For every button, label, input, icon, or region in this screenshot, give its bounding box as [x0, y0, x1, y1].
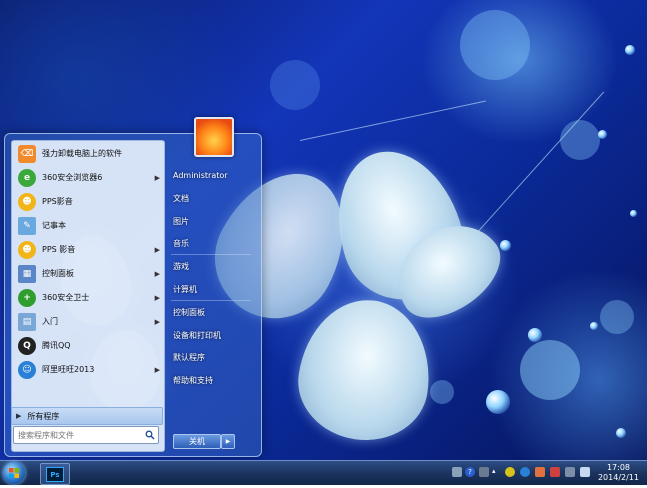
program-item-pps[interactable]: ☻ PPS影音	[14, 190, 164, 213]
start-menu-places-pane: Administrator 文档 图片 音乐 游戏 计算机 控制面板 设备和打印…	[165, 117, 257, 450]
program-label: 阿里旺旺2013	[42, 365, 95, 374]
shutdown-options-button[interactable]: ▶	[221, 434, 235, 449]
browser-360-icon: e	[18, 168, 36, 187]
user-avatar[interactable]	[194, 117, 234, 157]
program-item-control-panel[interactable]: ▦ 控制面板 ▶	[14, 262, 164, 285]
qq-icon: Q	[18, 336, 36, 355]
control-panel-link[interactable]: 控制面板	[173, 307, 205, 318]
help-support-link[interactable]: 帮助和支持	[173, 375, 213, 386]
volume-icon[interactable]	[580, 467, 590, 477]
getting-started-icon: ▤	[18, 312, 36, 331]
search-box[interactable]	[13, 426, 159, 444]
program-item-aliwangwang[interactable]: ☺ 阿里旺旺2013 ▶	[14, 358, 164, 381]
all-programs-label: 所有程序	[27, 411, 60, 421]
program-item-notepad[interactable]: ✎ 记事本	[14, 214, 164, 237]
clock-time: 17:08	[606, 463, 631, 472]
aliwangwang-tray-icon[interactable]	[535, 467, 545, 477]
program-label: 记事本	[42, 221, 66, 230]
pictures-link[interactable]: 图片	[173, 216, 189, 227]
start-menu-programs-pane: ⌫ 强力卸载电脑上的软件 e 360安全浏览器6 ▶ ☻ PPS影音 ✎ 记事本…	[11, 140, 165, 452]
program-label: 强力卸载电脑上的软件	[42, 149, 122, 158]
clock-date: 2014/2/11	[597, 473, 639, 482]
notepad-icon: ✎	[18, 216, 36, 235]
play-arrow-icon: ▶	[16, 412, 22, 420]
taskbar-photoshop-button[interactable]: Ps	[40, 463, 70, 485]
security-icon[interactable]	[550, 467, 560, 477]
settings-icon[interactable]	[479, 467, 489, 477]
flag-icon[interactable]	[565, 467, 575, 477]
all-programs-button[interactable]: ▶ 所有程序	[11, 407, 163, 425]
submenu-arrow-icon: ▶	[154, 293, 160, 302]
shutdown-button[interactable]: 关机	[173, 434, 221, 449]
submenu-arrow-icon: ▶	[154, 245, 160, 254]
games-link[interactable]: 游戏	[173, 261, 189, 272]
keyboard-icon[interactable]	[452, 467, 462, 477]
program-item-qq[interactable]: Q 腾讯QQ	[14, 334, 164, 357]
windows-logo-icon	[9, 468, 19, 478]
documents-link[interactable]: 文档	[173, 193, 189, 204]
program-item-360-browser[interactable]: e 360安全浏览器6 ▶	[14, 166, 164, 189]
search-input[interactable]	[14, 427, 138, 443]
qq-tray-icon[interactable]	[520, 467, 530, 477]
program-label: 入门	[42, 317, 58, 326]
program-label: 360安全浏览器6	[42, 173, 103, 182]
program-item-pps-2[interactable]: ☻ PPS 影音 ▶	[14, 238, 164, 261]
pps-icon: ☻	[18, 192, 36, 211]
control-panel-icon: ▦	[18, 264, 36, 283]
start-button[interactable]	[3, 462, 25, 484]
photoshop-icon: Ps	[46, 467, 64, 482]
program-label: 腾讯QQ	[42, 341, 71, 350]
aliwangwang-icon: ☺	[18, 360, 36, 379]
help-icon[interactable]: ?	[465, 467, 475, 477]
program-label: 360安全卫士	[42, 293, 90, 302]
pps-icon: ☻	[18, 240, 36, 259]
computer-link[interactable]: 计算机	[173, 284, 197, 295]
program-label: 控制面板	[42, 269, 74, 278]
devices-printers-link[interactable]: 设备和打印机	[173, 330, 221, 341]
divider	[171, 300, 251, 301]
divider	[171, 254, 251, 255]
taskbar: Ps ? ▴ 17:08 2014/2/11	[0, 460, 647, 485]
start-menu: ⌫ 强力卸载电脑上的软件 e 360安全浏览器6 ▶ ☻ PPS影音 ✎ 记事本…	[4, 117, 262, 457]
program-label: PPS 影音	[42, 245, 76, 254]
program-item-getting-started[interactable]: ▤ 入门 ▶	[14, 310, 164, 333]
user-name-link[interactable]: Administrator	[173, 171, 228, 180]
default-programs-link[interactable]: 默认程序	[173, 352, 205, 363]
clock[interactable]: 17:08 2014/2/11	[598, 463, 639, 483]
guard-360-icon: +	[18, 288, 36, 307]
submenu-arrow-icon: ▶	[154, 269, 160, 278]
chevron-right-icon: ▶	[225, 438, 231, 445]
chevron-up-icon[interactable]: ▴	[492, 467, 498, 477]
guard-360-icon[interactable]	[505, 467, 515, 477]
submenu-arrow-icon: ▶	[154, 365, 160, 374]
program-item-uninstaller[interactable]: ⌫ 强力卸载电脑上的软件	[14, 142, 164, 165]
uninstall-icon: ⌫	[18, 144, 36, 163]
program-item-360-guard[interactable]: + 360安全卫士 ▶	[14, 286, 164, 309]
program-label: PPS影音	[42, 197, 73, 206]
submenu-arrow-icon: ▶	[154, 173, 160, 182]
music-link[interactable]: 音乐	[173, 238, 189, 249]
search-icon[interactable]	[145, 430, 155, 440]
submenu-arrow-icon: ▶	[154, 317, 160, 326]
